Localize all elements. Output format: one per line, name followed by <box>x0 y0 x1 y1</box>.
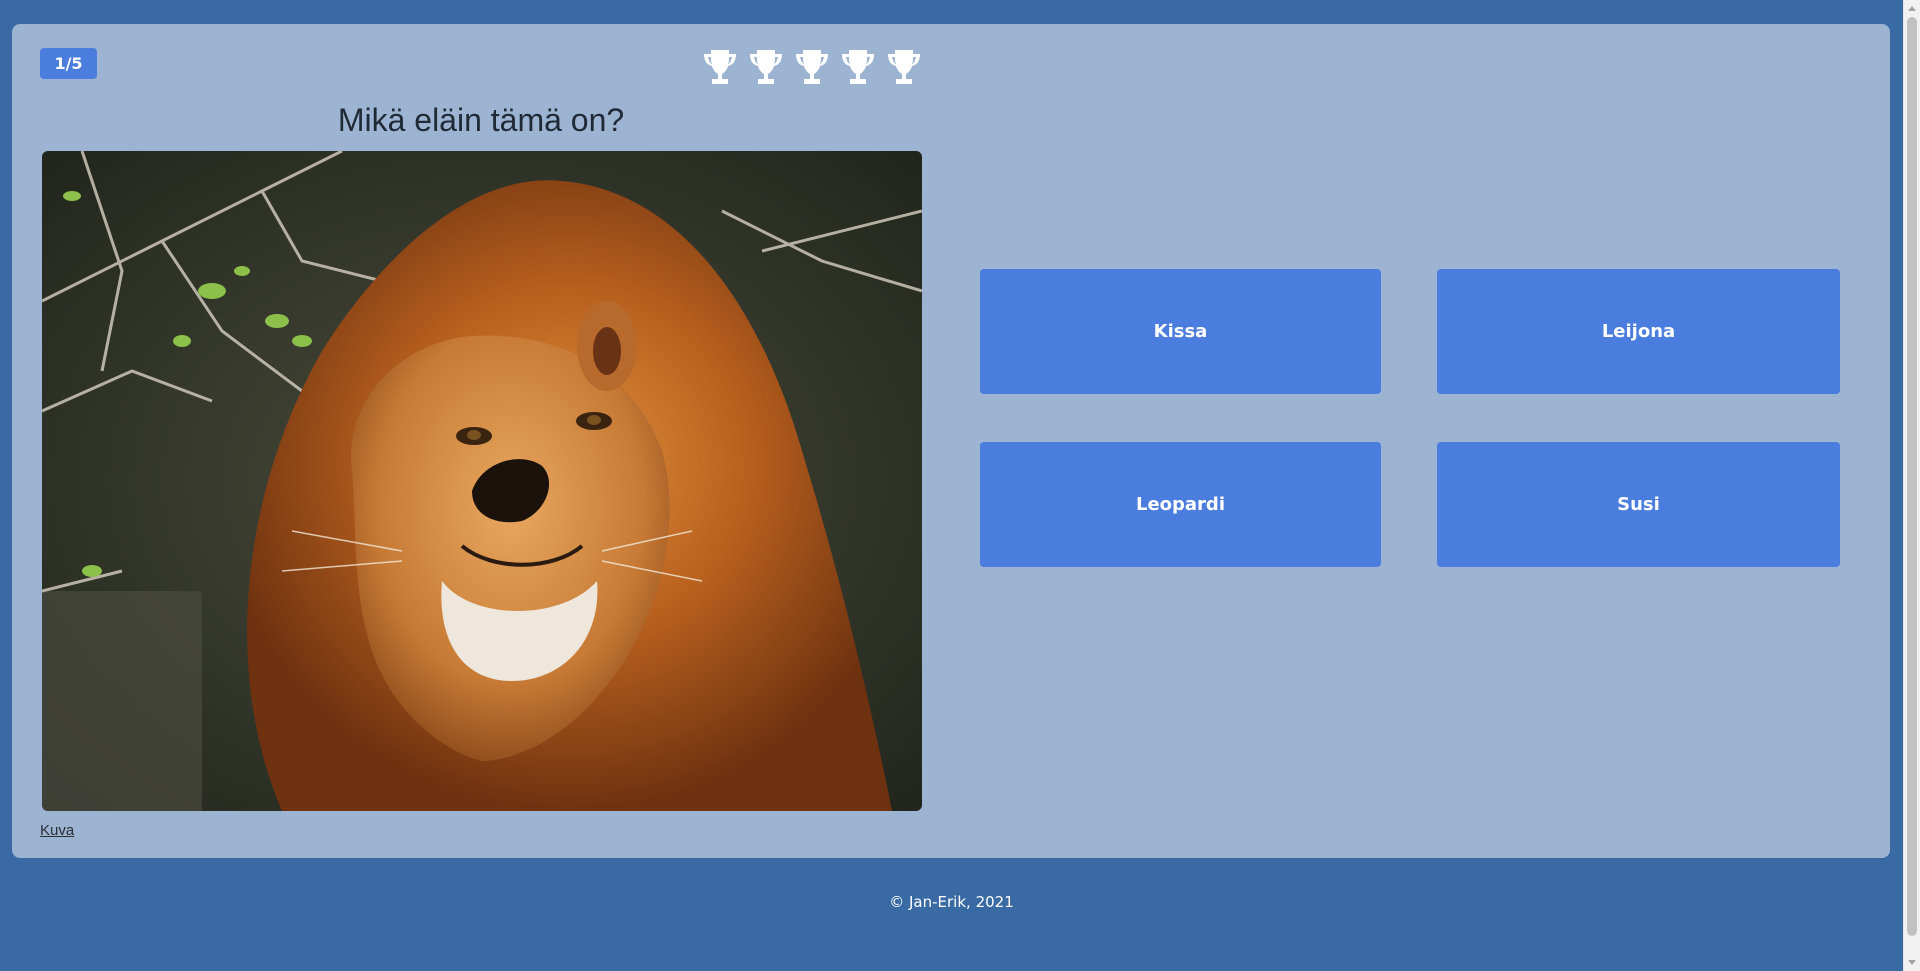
scrollbar-thumb[interactable] <box>1907 17 1917 936</box>
answer-button-leijona[interactable]: Leijona <box>1437 269 1840 394</box>
answer-button-kissa[interactable]: Kissa <box>980 269 1381 394</box>
trophy-icon <box>704 50 736 84</box>
answer-button-leopardi[interactable]: Leopardi <box>980 442 1381 567</box>
trophy-icon <box>750 50 782 84</box>
scroll-up-arrow-icon[interactable] <box>1908 6 1916 11</box>
animal-photo <box>42 151 922 811</box>
answer-button-susi[interactable]: Susi <box>1437 442 1840 567</box>
trophy-icon <box>796 50 828 84</box>
footer-copyright: © Jan-Erik, 2021 <box>889 893 1014 911</box>
progress-badge: 1/5 <box>40 48 97 79</box>
scroll-down-arrow-icon[interactable] <box>1908 960 1916 965</box>
question-text: Mikä eläin tämä on? <box>337 102 625 138</box>
trophy-icon <box>888 50 920 84</box>
quiz-card: 1/5 Mikä eläin tämä on? Kuva <box>12 24 1890 858</box>
page-scrollbar[interactable] <box>1903 0 1920 971</box>
image-credit-link[interactable]: Kuva <box>40 822 74 839</box>
trophy-row <box>700 48 924 86</box>
trophy-icon <box>842 50 874 84</box>
